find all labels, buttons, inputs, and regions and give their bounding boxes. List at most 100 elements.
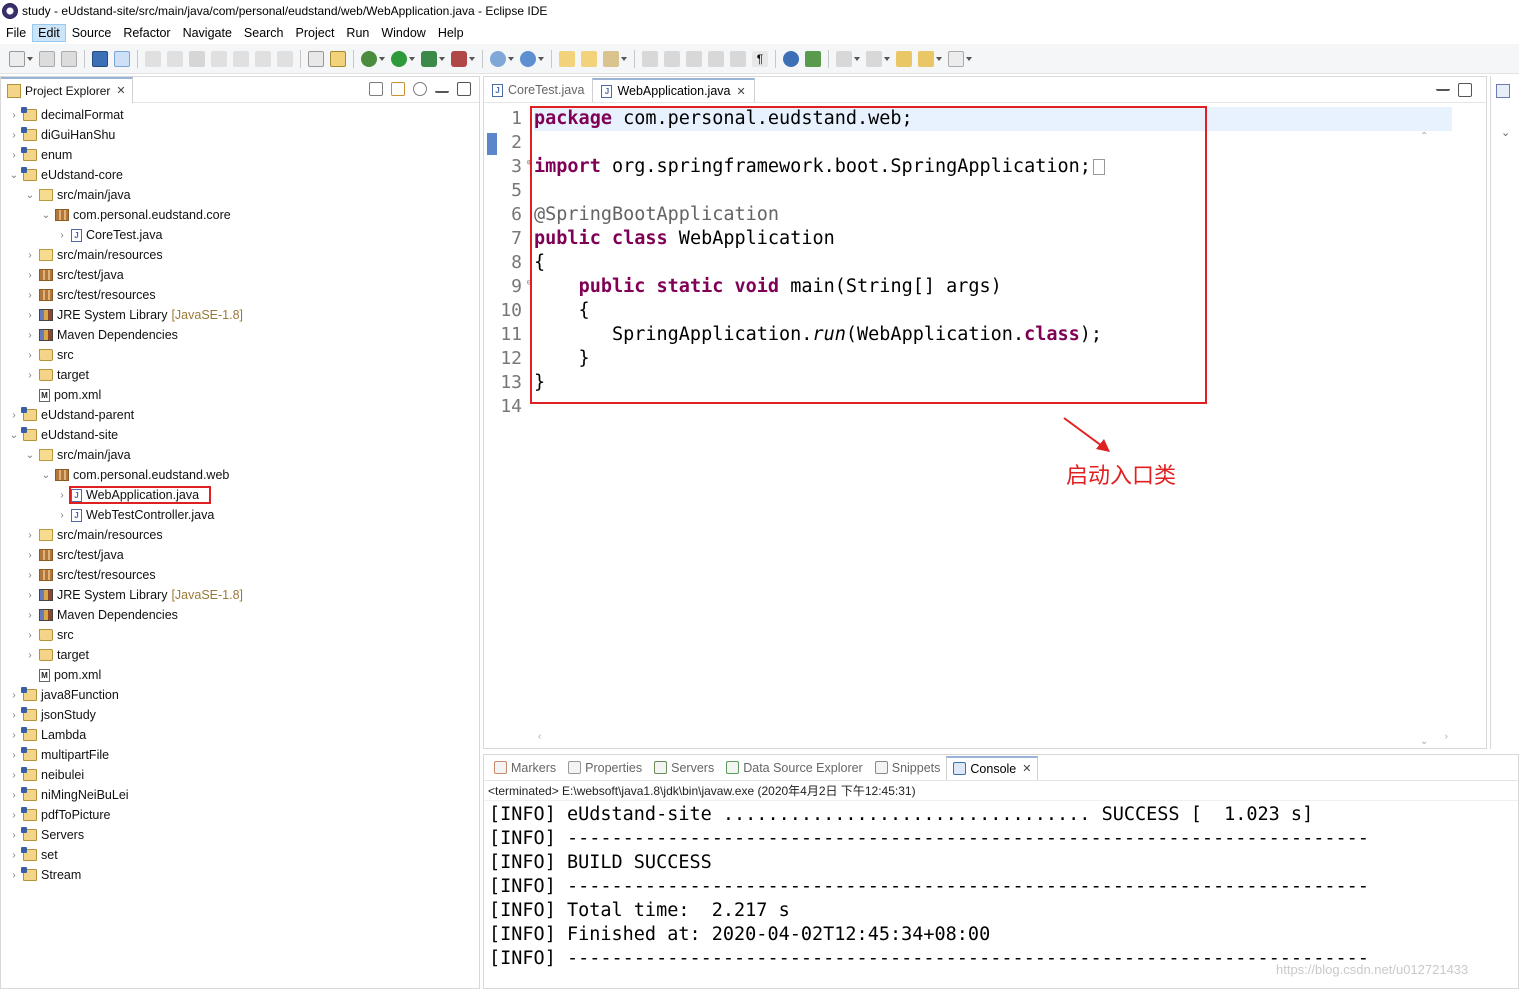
save-all-icon[interactable] — [61, 50, 77, 67]
chevron-right-icon[interactable]: › — [9, 130, 19, 141]
tree-item[interactable]: Mpom.xml — [1, 665, 479, 685]
pen-icon[interactable] — [664, 50, 680, 67]
code-line[interactable]: SpringApplication.run(WebApplication.cla… — [534, 323, 1452, 347]
chevron-right-icon[interactable]: › — [25, 570, 35, 581]
close-icon[interactable]: ✕ — [736, 85, 745, 98]
horizontal-scrollbar[interactable]: ‹ › — [534, 731, 1452, 745]
tree-item[interactable]: ⌄ com.personal.eudstand.web — [1, 465, 479, 485]
code-line[interactable] — [534, 131, 1452, 155]
code-line[interactable]: package com.personal.eudstand.web; — [534, 107, 1452, 131]
chevron-right-icon[interactable]: › — [25, 610, 35, 621]
chevron-right-icon[interactable]: › — [9, 410, 19, 421]
terminal-icon[interactable] — [92, 50, 108, 67]
chevron-right-icon[interactable]: › — [9, 750, 19, 761]
globe-icon[interactable] — [783, 50, 799, 67]
tree-item[interactable]: › src/test/resources — [1, 285, 479, 305]
menu-window[interactable]: Window — [375, 24, 431, 42]
save-icon[interactable] — [39, 50, 55, 67]
code-line[interactable]: { — [534, 251, 1452, 275]
menu-run[interactable]: Run — [340, 24, 375, 42]
tree-item[interactable]: ⌄ eUdstand-site — [1, 425, 479, 445]
code-line[interactable] — [534, 179, 1452, 203]
tree-item[interactable]: › target — [1, 365, 479, 385]
chevron-down-icon[interactable]: ⌄ — [41, 210, 51, 221]
close-icon[interactable]: ✕ — [1022, 762, 1031, 775]
minimize-icon[interactable] — [1436, 83, 1450, 91]
toggle-block-icon[interactable] — [686, 50, 702, 67]
external-tools-icon[interactable] — [451, 50, 467, 67]
tree-item[interactable]: › src/test/java — [1, 545, 479, 565]
step-into-icon[interactable] — [233, 50, 249, 67]
console-output[interactable]: [INFO] eUdstand-site ...................… — [484, 801, 1518, 971]
tree-item[interactable]: › src/main/resources — [1, 245, 479, 265]
tree-item[interactable]: › target — [1, 645, 479, 665]
close-icon[interactable]: ✕ — [116, 84, 125, 97]
search-icon[interactable] — [603, 50, 619, 67]
code-line[interactable]: } — [534, 371, 1452, 395]
tree-item[interactable]: › JRE System Library [JavaSE-1.8] — [1, 585, 479, 605]
chevron-right-icon[interactable]: › — [25, 350, 35, 361]
maximize-icon[interactable] — [457, 82, 471, 96]
new-icon[interactable] — [9, 50, 25, 67]
tree-item[interactable]: › J WebApplication.java — [1, 485, 479, 505]
chevron-right-icon[interactable]: › — [25, 270, 35, 281]
collapse-all-icon[interactable] — [369, 82, 383, 96]
menu-file[interactable]: File — [0, 24, 32, 42]
chevron-down-icon[interactable]: ⌄ — [9, 170, 19, 181]
tab-snippets[interactable]: Snippets — [869, 756, 947, 780]
chevron-right-icon[interactable]: › — [9, 810, 19, 821]
folded-imports-icon[interactable] — [1092, 159, 1105, 175]
minimize-icon[interactable] — [435, 85, 449, 93]
skip-breakpoints-icon[interactable] — [114, 50, 130, 67]
open-type-icon[interactable] — [559, 50, 575, 67]
tree-item[interactable]: › src — [1, 345, 479, 365]
toggle-mark-icon[interactable] — [330, 50, 346, 67]
tree-item[interactable]: › src/test/java — [1, 265, 479, 285]
pilcrow-icon[interactable]: ¶ — [752, 50, 768, 67]
tree-item[interactable]: › set — [1, 845, 479, 865]
vertical-scrollbar[interactable]: ⌃ ⌄ — [1418, 129, 1432, 749]
menu-navigate[interactable]: Navigate — [177, 24, 238, 42]
code-line[interactable]: public class WebApplication — [534, 227, 1452, 251]
chevron-down-icon[interactable]: ⌄ — [25, 190, 35, 201]
tab-project-explorer[interactable]: Project Explorer ✕ — [1, 76, 133, 103]
tree-item[interactable]: ⌄ com.personal.eudstand.core — [1, 205, 479, 225]
chevron-right-icon[interactable]: › — [9, 110, 19, 121]
tree-item[interactable]: › decimalFormat — [1, 105, 479, 125]
forward-icon[interactable] — [948, 50, 964, 67]
code-line[interactable]: } — [534, 347, 1452, 371]
new-java-class-icon[interactable] — [520, 50, 536, 67]
disconnect-icon[interactable] — [211, 50, 227, 67]
maximize-icon[interactable] — [1458, 83, 1472, 97]
tree-item[interactable]: › multipartFile — [1, 745, 479, 765]
tree-item[interactable]: › niMingNeiBuLei — [1, 785, 479, 805]
tab-webapplication[interactable]: J WebApplication.java ✕ — [592, 78, 755, 102]
chevron-right-icon[interactable]: › — [25, 590, 35, 601]
tree-item[interactable]: › neibulei — [1, 765, 479, 785]
coverage-icon[interactable] — [421, 50, 437, 67]
tab-markers[interactable]: Markers — [488, 756, 562, 780]
menu-project[interactable]: Project — [290, 24, 341, 42]
tab-coretest[interactable]: J CoreTest.java — [484, 78, 592, 102]
tree-item[interactable]: ⌄ src/main/java — [1, 185, 479, 205]
tree-item[interactable]: › java8Function — [1, 685, 479, 705]
tree-item[interactable]: › enum — [1, 145, 479, 165]
last-edit-location-icon[interactable] — [896, 50, 912, 67]
back-icon[interactable] — [918, 50, 934, 67]
previous-annotation-icon[interactable] — [866, 50, 882, 67]
annotation-icon[interactable] — [642, 50, 658, 67]
tree-item[interactable]: › JRE System Library [JavaSE-1.8] — [1, 305, 479, 325]
use-step-filters-icon[interactable] — [308, 50, 324, 67]
menu-edit[interactable]: Edit — [32, 23, 66, 42]
chevron-down-icon[interactable]: ⌄ — [25, 450, 35, 461]
tree-item[interactable]: › Maven Dependencies — [1, 605, 479, 625]
code-line[interactable]: import org.springframework.boot.SpringAp… — [534, 155, 1452, 179]
step-over-icon[interactable] — [255, 50, 271, 67]
word-wrap-icon[interactable] — [708, 50, 724, 67]
chevron-right-icon[interactable]: › — [25, 650, 35, 661]
chevron-right-icon[interactable]: › — [25, 550, 35, 561]
tree-item[interactable]: › J CoreTest.java — [1, 225, 479, 245]
chevron-right-icon[interactable]: › — [9, 790, 19, 801]
tree-item[interactable]: › Lambda — [1, 725, 479, 745]
code-line[interactable]: { — [534, 299, 1452, 323]
